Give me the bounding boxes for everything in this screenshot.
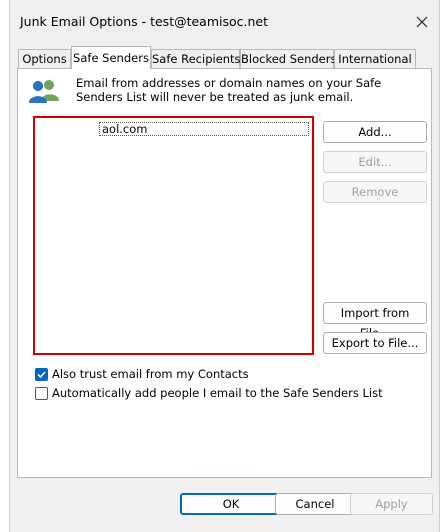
edit-button[interactable]: Edit... [323,151,427,173]
tab-safe-senders[interactable]: Safe Senders [71,46,151,69]
title-bar: Junk Email Options - test@teamisoc.net [10,0,439,44]
auto-add-label: Automatically add people I email to the … [52,386,383,400]
add-button[interactable]: Add... [323,121,427,143]
tab-blocked-senders[interactable]: Blocked Senders [240,49,336,68]
tab-international[interactable]: International [334,49,416,68]
list-item[interactable]: aol.com [99,122,309,136]
apply-button[interactable]: Apply [350,493,433,515]
auto-add-checkbox[interactable] [35,387,48,400]
auto-add-option[interactable]: Automatically add people I email to the … [35,386,425,402]
trust-contacts-option[interactable]: Also trust email from my Contacts [35,367,335,383]
trust-contacts-label: Also trust email from my Contacts [52,367,249,381]
checkmark-icon [37,371,46,379]
ok-button[interactable]: OK [180,493,282,515]
safe-senders-panel: Email from addresses or domain names on … [17,68,432,478]
tab-safe-recipients[interactable]: Safe Recipients [151,49,241,68]
tab-options[interactable]: Options [18,49,71,68]
people-icon [28,79,60,105]
window-title: Junk Email Options - test@teamisoc.net [20,14,269,29]
export-to-file-button[interactable]: Export to File... [323,332,427,354]
junk-email-options-dialog: Junk Email Options - test@teamisoc.net O… [9,0,440,532]
safe-senders-list[interactable]: aol.com [33,116,314,355]
panel-description: Email from addresses or domain names on … [76,76,382,104]
import-from-file-button[interactable]: Import from File... [323,302,427,340]
close-icon[interactable] [412,12,432,32]
remove-button[interactable]: Remove [323,181,427,203]
trust-contacts-checkbox[interactable] [35,368,48,381]
cancel-button[interactable]: Cancel [275,493,355,515]
